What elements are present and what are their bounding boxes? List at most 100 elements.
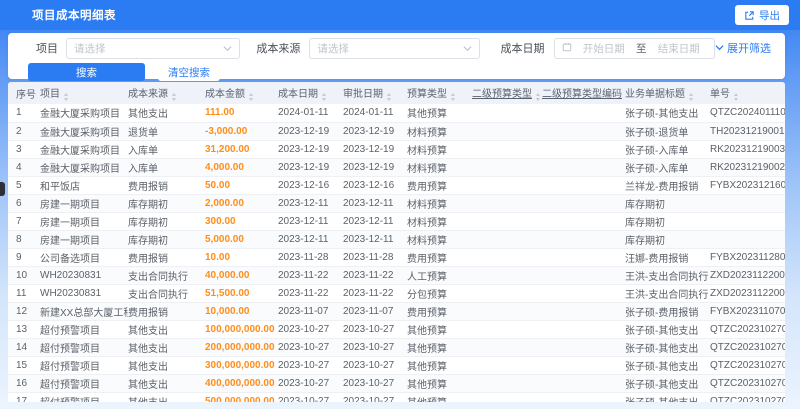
cell-approval-date: 2023-10-27 xyxy=(343,338,407,357)
sort-icon[interactable] xyxy=(249,93,253,101)
cell-budget-type: 费用预算 xyxy=(407,302,472,321)
cell-document-no: QTZC20231027002 xyxy=(710,320,785,339)
expand-filters-link[interactable]: 展开筛选 xyxy=(715,40,771,56)
cell-document-no: FYBX20231128001 xyxy=(710,248,785,267)
cell-cost-amount: 400,000,000.00 xyxy=(205,374,278,393)
cell-document-title: 库存期初 xyxy=(625,230,710,249)
sort-icon[interactable] xyxy=(172,93,176,101)
sort-icon[interactable] xyxy=(689,93,693,101)
column-label: 预算类型 xyxy=(407,89,447,100)
cost-date-range-input[interactable]: 开始日期 至 结束日期 xyxy=(553,37,715,59)
cell-budget-type: 人工预算 xyxy=(407,266,472,285)
column-header-index: 序号 xyxy=(8,82,40,104)
cell-secondary-budget-type-code xyxy=(542,104,625,123)
cell-index: 17 xyxy=(8,392,40,402)
end-date-placeholder: 结束日期 xyxy=(657,42,700,55)
column-header-cost-amount[interactable]: 成本金额 xyxy=(205,82,278,104)
cell-document-no: QTZC20231027002 xyxy=(710,374,785,393)
topbar: 项目成本明细表 导出 xyxy=(0,0,800,30)
column-header-secondary-budget-type-code[interactable]: 二级预算类型编码 xyxy=(542,82,625,104)
cell-cost-date: 2023-11-22 xyxy=(278,284,343,303)
project-select-placeholder: 请选择 xyxy=(74,42,106,55)
table-row: 14 超付预警项目 其他支出 200,000,000.00 2023-10-27 2023… xyxy=(8,338,785,357)
table-row: 7 房建一期项目 库存期初 300.00 2023-12-11 2023-12-11 材料预… xyxy=(8,212,785,231)
cell-cost-source: 其他支出 xyxy=(128,338,205,357)
cell-index: 1 xyxy=(8,104,40,123)
sort-icon[interactable] xyxy=(734,93,738,101)
cell-secondary-budget-type-code xyxy=(542,230,625,249)
sort-icon[interactable] xyxy=(64,93,68,101)
date-range-separator: 至 xyxy=(636,42,647,55)
cell-index: 16 xyxy=(8,374,40,393)
cell-document-title: 汪娜-费用报销 xyxy=(625,248,710,267)
cell-budget-type: 材料预算 xyxy=(407,212,472,231)
start-date-placeholder: 开始日期 xyxy=(582,42,625,55)
cell-index: 6 xyxy=(8,194,40,213)
cell-approval-date: 2023-12-19 xyxy=(343,140,407,159)
cell-cost-amount: 300.00 xyxy=(205,212,278,231)
cell-document-title: 库存期初 xyxy=(625,212,710,231)
table-body: 1 金融大厦采购项目 其他支出 111.00 2024-01-11 2024-01-11 其… xyxy=(8,104,785,402)
column-header-project[interactable]: 项目 xyxy=(40,82,128,104)
cell-cost-source: 费用报销 xyxy=(128,302,205,321)
cell-cost-date: 2023-10-27 xyxy=(278,356,343,375)
cell-document-no: RK20231219002 xyxy=(710,158,785,177)
cell-cost-amount: 50.00 xyxy=(205,176,278,195)
cost-source-select[interactable]: 请选择 xyxy=(309,37,480,59)
cell-cost-date: 2023-12-11 xyxy=(278,194,343,213)
cell-secondary-budget-type xyxy=(472,338,542,357)
column-header-approval-date[interactable]: 审批日期 xyxy=(343,82,407,104)
cell-approval-date: 2023-12-11 xyxy=(343,212,407,231)
sort-icon[interactable] xyxy=(451,93,455,101)
cell-cost-amount: 4,000.00 xyxy=(205,158,278,177)
sort-icon[interactable] xyxy=(387,93,391,101)
cell-project: 房建一期项目 xyxy=(40,194,128,213)
cell-document-title: 张子硕-费用报销 xyxy=(625,302,710,321)
cell-cost-source: 其他支出 xyxy=(128,104,205,123)
cell-secondary-budget-type-code xyxy=(542,392,625,402)
cell-cost-amount: 200,000,000.00 xyxy=(205,338,278,357)
column-header-budget-type[interactable]: 预算类型 xyxy=(407,82,472,104)
cell-document-no: QTZC20231027002 xyxy=(710,392,785,402)
project-select[interactable]: 请选择 xyxy=(66,37,241,59)
side-widget-tab[interactable] xyxy=(0,182,5,196)
calendar-icon xyxy=(562,39,572,57)
filter-buttons-row: 搜索 清空搜索 xyxy=(16,63,777,81)
cell-document-no xyxy=(710,230,785,249)
search-button[interactable]: 搜索 xyxy=(28,63,145,81)
cell-cost-date: 2023-11-07 xyxy=(278,302,343,321)
sort-icon[interactable] xyxy=(536,93,540,101)
cell-secondary-budget-type xyxy=(472,248,542,267)
cell-index: 7 xyxy=(8,212,40,231)
export-button[interactable]: 导出 xyxy=(735,5,789,25)
column-header-secondary-budget-type[interactable]: 二级预算类型 xyxy=(472,82,542,104)
column-header-cost-date[interactable]: 成本日期 xyxy=(278,82,343,104)
cell-project: 公司备选项目 xyxy=(40,248,128,267)
column-label: 序号 xyxy=(16,89,36,101)
cell-document-title: 张子硕-其他支出 xyxy=(625,320,710,339)
cell-secondary-budget-type-code xyxy=(542,212,625,231)
table-header-row: 序号 项目 成本来源 成本金额 成本日期 审批日期 预算类型 二级预算类型 二级预算类型编码 业务… xyxy=(8,82,785,104)
clear-search-button[interactable]: 清空搜索 xyxy=(158,63,220,81)
cost-table-card: 序号 项目 成本来源 成本金额 成本日期 审批日期 预算类型 二级预算类型 二级预算类型编码 业务… xyxy=(8,82,785,402)
project-filter-label: 项目 xyxy=(36,43,58,55)
cell-index: 11 xyxy=(8,284,40,303)
cell-cost-date: 2023-12-19 xyxy=(278,140,343,159)
column-header-document-no[interactable]: 单号 xyxy=(710,82,785,104)
cell-document-no xyxy=(710,194,785,213)
cell-approval-date: 2023-10-27 xyxy=(343,392,407,402)
cell-project: 新建XX总部大厦工程二期 xyxy=(40,302,128,321)
column-header-cost-source[interactable]: 成本来源 xyxy=(128,82,205,104)
cell-document-no: FYBX20231216001 xyxy=(710,176,785,195)
column-header-document-title[interactable]: 业务单据标题 xyxy=(625,82,710,104)
cell-index: 15 xyxy=(8,356,40,375)
cell-document-no: RK20231219003 xyxy=(710,140,785,159)
cell-project: 超付预警项目 xyxy=(40,356,128,375)
export-button-label: 导出 xyxy=(759,9,780,22)
cell-secondary-budget-type-code xyxy=(542,284,625,303)
cell-secondary-budget-type-code xyxy=(542,122,625,141)
cell-cost-date: 2023-12-19 xyxy=(278,122,343,141)
cell-budget-type: 其他预算 xyxy=(407,392,472,402)
cell-cost-date: 2023-12-16 xyxy=(278,176,343,195)
sort-icon[interactable] xyxy=(322,93,326,101)
